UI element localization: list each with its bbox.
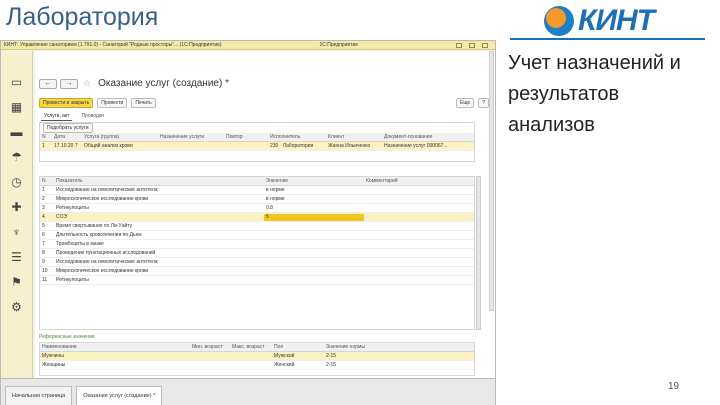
- window-title-right: 1С:Предприятие: [319, 42, 359, 48]
- table-row[interactable]: Мужчины Мужской 2-15: [40, 352, 474, 361]
- select-services-button[interactable]: Подобрать услуги: [43, 123, 93, 133]
- form-nav: ← → ☆ Оказание услуг (создание) *: [39, 78, 229, 89]
- col-performer: Исполнитель: [270, 134, 301, 140]
- tab-services[interactable]: Услуги, акт: [41, 112, 73, 121]
- desktop-icon[interactable]: ▭: [10, 75, 24, 88]
- col-comment: Комментарий: [366, 178, 398, 184]
- col-indicator: Показатель: [56, 178, 83, 184]
- col-value: Значение: [266, 178, 289, 184]
- card-icon[interactable]: ▬: [10, 125, 24, 138]
- gear-icon[interactable]: ⚙: [10, 300, 24, 313]
- umbrella-icon[interactable]: ☂: [10, 150, 24, 163]
- logo-mark-icon: [544, 6, 574, 36]
- plus-icon[interactable]: ✚: [10, 200, 24, 213]
- tab-service-form[interactable]: Оказание услуг (создание) *: [76, 386, 163, 405]
- kint-logo: КИНТ: [544, 4, 694, 38]
- slide-title: Лаборатория: [6, 3, 159, 31]
- window-titlebar: КИНТ: Управление санаторием (1.791.0) - …: [1, 41, 495, 50]
- col-n: N: [42, 134, 46, 140]
- table-row[interactable]: 3 Ретикулоциты 0.8: [40, 204, 474, 213]
- window-title: КИНТ: Управление санаторием (1.791.0) - …: [4, 42, 222, 48]
- table-row[interactable]: 4 СОЭ 5: [40, 213, 474, 222]
- logo-text: КИНТ: [578, 4, 655, 37]
- fork-icon[interactable]: ♆: [10, 225, 24, 238]
- forward-button[interactable]: →: [60, 78, 78, 89]
- col-repeat: Повтор: [226, 134, 243, 140]
- col-basis: Документ-основание: [384, 134, 433, 140]
- form-area: ← → ☆ Оказание услуг (создание) * Провес…: [35, 51, 495, 378]
- table-row[interactable]: 7 Тромбоциты в мазке: [40, 240, 474, 249]
- table-row[interactable]: 8 Проведение пунктационных исследований: [40, 249, 474, 258]
- close-icon[interactable]: [482, 42, 488, 48]
- table-row[interactable]: Женщины Женский 2-15: [40, 361, 474, 370]
- form-scrollbar[interactable]: [489, 51, 494, 311]
- results-table: N Показатель Значение Комментарий 1 Иссле…: [39, 176, 475, 330]
- results-body: 1 Исследование на гемолитические антитела…: [40, 186, 474, 285]
- table-row[interactable]: 2 Микроскопическое исследование крови в но…: [40, 195, 474, 204]
- post-and-close-button[interactable]: Провести и закрыть: [39, 98, 94, 108]
- table-row[interactable]: 9 Исследование на гемолитические антитела: [40, 258, 474, 267]
- form-title: Оказание услуг (создание) *: [98, 78, 229, 89]
- maximize-icon[interactable]: [469, 42, 475, 48]
- results-header: N Показатель Значение Комментарий: [40, 177, 474, 186]
- page-number: 19: [668, 381, 680, 392]
- services-header: N Дата Услуга (группа) Назначение услуги…: [40, 133, 474, 142]
- form-toolbar: Провести и закрыть Провести Печать Еще ?: [39, 98, 489, 108]
- sections-panel: ▭ ▦ ▬ ☂ ◷ ✚ ♆ ☰ ⚑ ⚙: [1, 51, 33, 378]
- back-button[interactable]: ←: [39, 78, 57, 89]
- help-button[interactable]: ?: [478, 98, 489, 108]
- form-tabs: Услуги, акт Проводки: [41, 112, 107, 121]
- list-icon[interactable]: ☰: [10, 250, 24, 263]
- table-row[interactable]: 11 Ретикулоциты: [40, 276, 474, 285]
- slide-caption: Учет назначений и результатов анализов: [508, 52, 681, 136]
- print-button[interactable]: Печать: [131, 98, 156, 108]
- tab-postings[interactable]: Проводки: [78, 112, 106, 121]
- clock-icon[interactable]: ◷: [10, 175, 24, 188]
- col-client: Клиент: [328, 134, 345, 140]
- flag-icon[interactable]: ⚑: [10, 275, 24, 288]
- app-window: КИНТ: Управление санаторием (1.791.0) - …: [0, 40, 496, 405]
- tab-home-page[interactable]: Начальная страница: [5, 386, 73, 405]
- calendar-icon[interactable]: ▦: [10, 100, 24, 113]
- reference-table: Наименование Мин. возраст Макс. возраст …: [39, 342, 475, 376]
- table-row[interactable]: 1 Исследование на гемолитические антитела…: [40, 186, 474, 195]
- table-row[interactable]: 5 Время свертывания по Ли-Уайту: [40, 222, 474, 231]
- services-table: Подобрать услуги N Дата Услуга (группа) …: [39, 122, 475, 162]
- reference-title: Референсные значения: [39, 334, 95, 340]
- minimize-icon[interactable]: [456, 42, 462, 48]
- col-date: Дата: [54, 134, 66, 140]
- favorite-star-icon[interactable]: ☆: [83, 78, 91, 89]
- header-rule: [510, 38, 705, 40]
- col-n: N: [42, 178, 46, 184]
- more-button[interactable]: Еще: [456, 98, 475, 108]
- table-row[interactable]: 6 Длительность кровотечения по Дьюк: [40, 231, 474, 240]
- col-purpose: Назначение услуги: [160, 134, 205, 140]
- results-scrollbar[interactable]: [476, 176, 481, 330]
- reference-header: Наименование Мин. возраст Макс. возраст …: [40, 343, 474, 352]
- window-tabs: Начальная страница Оказание услуг (созда…: [1, 378, 495, 405]
- post-button[interactable]: Провести: [97, 98, 128, 108]
- col-service: Услуга (группа): [84, 134, 120, 140]
- table-row[interactable]: 1 17.10.20 7 Общий анализ крови 230 · Ла…: [40, 142, 474, 151]
- table-row[interactable]: 10 Микроскопическое исследование крови: [40, 267, 474, 276]
